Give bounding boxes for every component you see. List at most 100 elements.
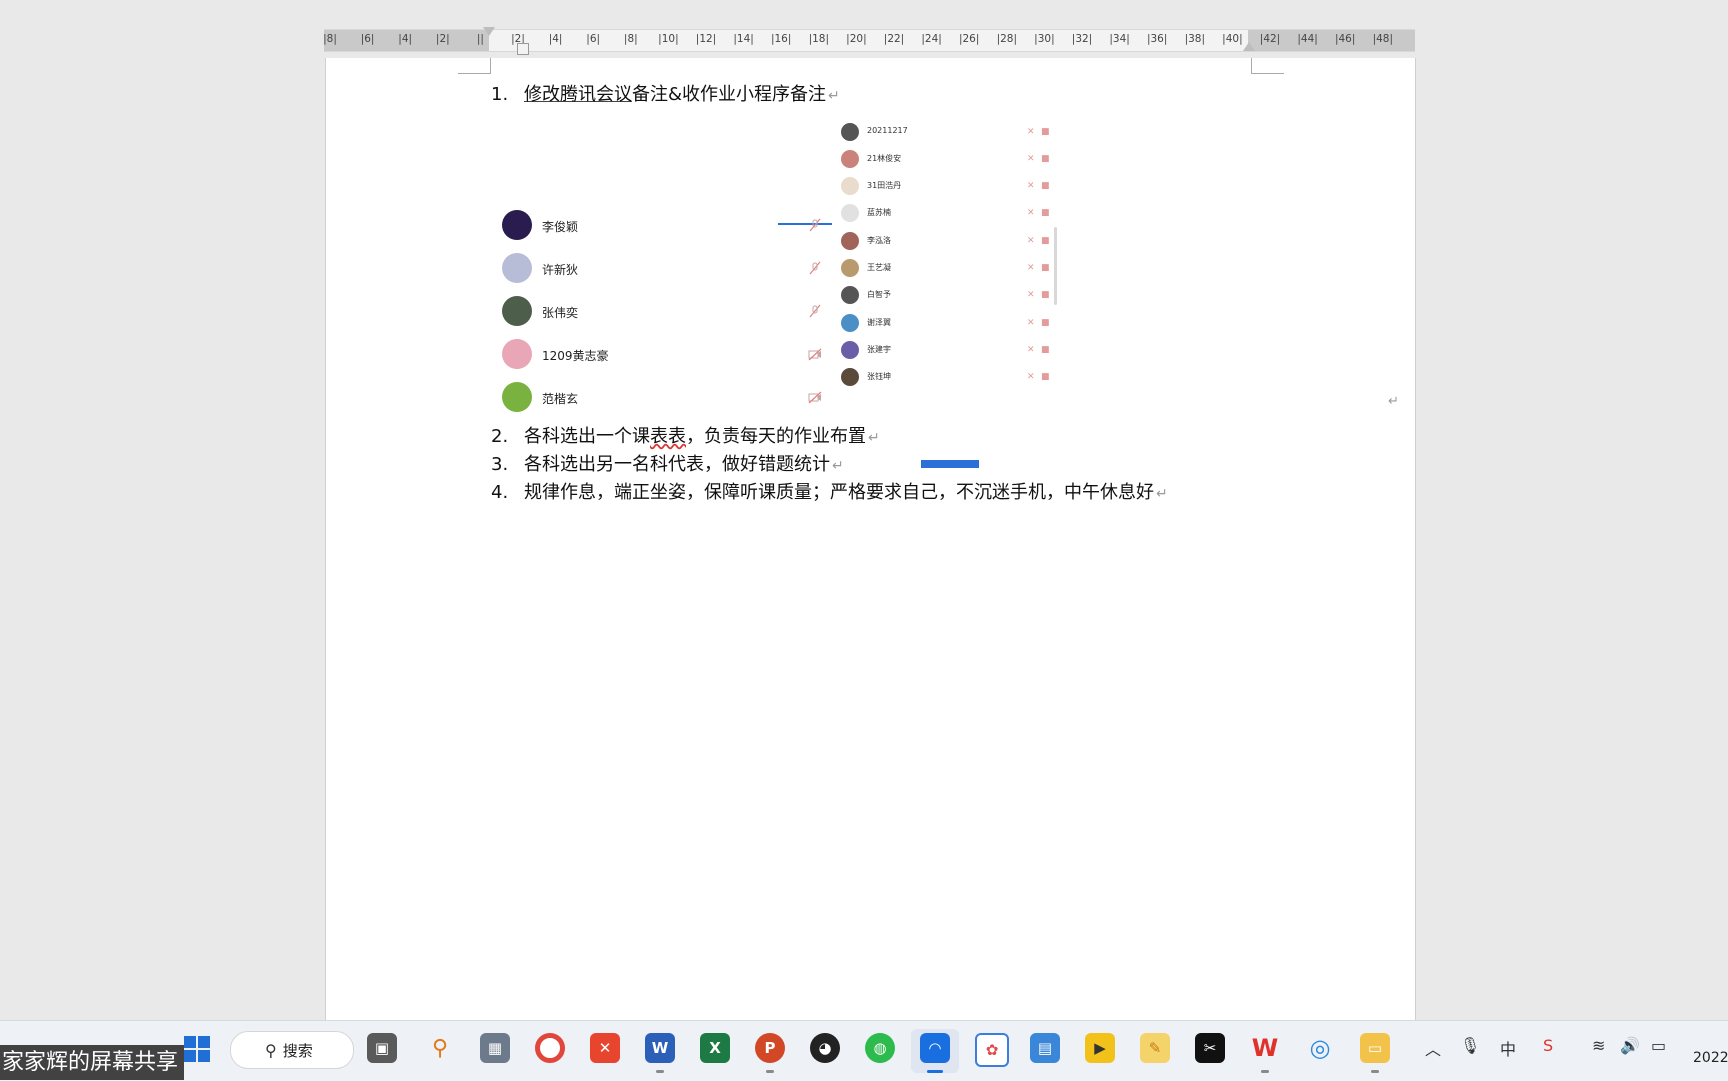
chevron-up-icon[interactable]: ︿ (1425, 1036, 1441, 1060)
camera-off-icon: ■ (1041, 236, 1050, 246)
taskbar-search-box[interactable]: ⚲ 搜索 (230, 1031, 354, 1069)
ruler-tick-label: |26| (958, 33, 980, 45)
participant-row: 张建宇 ✕ ■ (841, 339, 1056, 361)
ruler-tick-label: |38| (1184, 33, 1206, 45)
avatar (841, 123, 859, 141)
camera-off-icon: ■ (1041, 290, 1050, 300)
paragraph-mark: ↵ (1156, 486, 1168, 502)
avatar (502, 382, 532, 412)
wps-icon[interactable]: W (1250, 1033, 1280, 1063)
participant-name: 李俊颖 (542, 220, 579, 234)
list-item-3[interactable]: 3. 各科选出另一名科代表，做好错题统计 ↵ (491, 450, 844, 476)
list-item-text: 各科选出另一名科代表，做好错题统计 (524, 454, 830, 475)
windows-start-icon[interactable] (183, 1035, 211, 1063)
participant-row: 蓝苏楠 ✕ ■ (841, 202, 1056, 224)
avatar (841, 150, 859, 168)
participant-row: 谢泽翼 ✕ ■ (841, 312, 1056, 334)
screen-recorder-icon[interactable]: ▤ (1030, 1033, 1060, 1063)
clock[interactable]: 2022 (1693, 1050, 1728, 1066)
participant-row: 21林俊安 ✕ ■ (841, 148, 1056, 170)
camera-off-icon: ■ (1041, 127, 1050, 137)
participants-panel-right: 20211217 ✕ ■ 21林俊安 ✕ ■ 31田浩丹 ✕ ■ 蓝苏楠 ✕ ■ 李泓洛 ✕ ■ 王… (841, 112, 1076, 468)
chat-bubble-app-icon[interactable]: ◎ (1305, 1033, 1335, 1063)
mic-muted-icon: ✕ (1027, 236, 1035, 246)
paragraph-mark: ↵ (868, 430, 880, 446)
tencent-meeting-link-text[interactable]: 修改腾讯会议 (524, 84, 632, 105)
calculator-icon[interactable]: ▦ (480, 1033, 510, 1063)
participant-name: 1209黄志豪 (542, 349, 609, 363)
file-explorer-icon[interactable]: ▭ (1360, 1033, 1390, 1063)
chrome-icon[interactable] (535, 1033, 565, 1063)
document-page[interactable]: 1. 修改腾讯会议备注&收作业小程序备注 ↵ 李俊颖 许新狄 张伟奕 1209黄… (325, 58, 1416, 1020)
list-item-1[interactable]: 1. 修改腾讯会议备注&收作业小程序备注 ↵ (491, 80, 840, 106)
paragraph-mark: ↵ (1388, 394, 1399, 409)
list-number: 2. (491, 426, 509, 447)
ruler-tick-label: |28| (996, 33, 1018, 45)
avatar (502, 253, 532, 283)
camera-off-icon: ■ (1041, 263, 1050, 273)
search-icon: ⚲ (265, 1040, 277, 1060)
embedded-participants-image[interactable]: 李俊颖 许新狄 张伟奕 1209黄志豪 范楷玄 20211217 ✕ ■ 21林… (496, 112, 1076, 468)
mic-muted-icon: ✕ (1027, 290, 1035, 300)
active-indicator (927, 1070, 943, 1073)
margin-corner-top-left (458, 58, 491, 74)
list-number: 4. (491, 482, 509, 503)
magnifier-app-icon[interactable]: ⚲ (425, 1033, 455, 1063)
task-view-icon[interactable]: ▣ (367, 1033, 397, 1063)
capcut-icon[interactable]: ✂ (1195, 1033, 1225, 1063)
ruler-tick-label: |10| (658, 33, 679, 45)
participant-row: 李俊颖 (502, 210, 832, 242)
participant-row: 31田浩丹 ✕ ■ (841, 175, 1056, 197)
input-method-icon[interactable]: 中 (1500, 1036, 1516, 1060)
microphone-icon[interactable]: 🎙 (1460, 1036, 1480, 1055)
battery-icon[interactable]: ▭ (1651, 1036, 1666, 1055)
left-indent-marker[interactable] (517, 43, 529, 55)
first-line-indent-marker[interactable] (483, 27, 495, 36)
powerpoint-icon[interactable]: P (755, 1033, 785, 1063)
word-icon[interactable]: W (645, 1033, 675, 1063)
paragraph-mark: ↵ (828, 88, 840, 104)
list-item-text: 备注&收作业小程序备注 (632, 84, 827, 105)
camera-off-icon: ■ (1041, 154, 1050, 164)
ruler-tick-label: |4| (398, 33, 413, 45)
wifi-icon[interactable]: ≋ (1592, 1036, 1605, 1055)
qq-icon[interactable]: ◕ (810, 1033, 840, 1063)
camera-off-icon: ■ (1041, 345, 1050, 355)
sogou-input-icon[interactable]: S (1543, 1036, 1553, 1055)
avatar (841, 177, 859, 195)
player-icon[interactable]: ▶ (1085, 1033, 1115, 1063)
list-item-2[interactable]: 2. 各科选出一个课表表，负责每天的作业布置 ↵ (491, 422, 880, 448)
right-indent-marker[interactable] (1243, 42, 1255, 51)
camera-off-icon: ■ (1041, 208, 1050, 218)
mic-muted-icon: ✕ (1027, 372, 1035, 382)
tencent-meeting-icon[interactable]: ◠ (920, 1033, 950, 1063)
running-indicator (656, 1070, 664, 1073)
xmind-icon[interactable]: ✕ (590, 1033, 620, 1063)
participant-name: 许新狄 (542, 263, 579, 277)
wechat-icon[interactable]: ◍ (865, 1033, 895, 1063)
horizontal-ruler[interactable]: |8| |6| |4| |2| || |2| |4| |6| |8| |10| |12| |14| |1… (323, 27, 1415, 55)
list-number: 1. (491, 84, 509, 105)
volume-icon[interactable]: 🔊 (1620, 1036, 1640, 1055)
participant-row: 张伟奕 (502, 296, 832, 328)
list-number: 3. (491, 454, 509, 475)
scrollbar (1054, 227, 1057, 305)
participant-row: 李泓洛 ✕ ■ (841, 230, 1056, 252)
mic-muted-icon: ✕ (1027, 345, 1035, 355)
participant-row: 1209黄志豪 (502, 339, 832, 371)
ruler-tick-label: |42| (1259, 33, 1281, 45)
multi-circle-app-icon[interactable]: ✿ (975, 1033, 1009, 1067)
spellcheck-flagged-text[interactable]: 表表 (650, 426, 686, 447)
mic-muted-icon: ✕ (1027, 127, 1035, 137)
running-indicator (1371, 1070, 1379, 1073)
participant-name: 张钰坤 (867, 372, 891, 381)
mic-muted-icon: ✕ (1027, 263, 1035, 273)
avatar (502, 210, 532, 240)
mic-muted-icon: ✕ (1027, 318, 1035, 328)
ruler-tick-label: |12| (695, 33, 717, 45)
paint-app-icon[interactable]: ✎ (1140, 1033, 1170, 1063)
excel-icon[interactable]: X (700, 1033, 730, 1063)
mic-muted-icon: ✕ (1027, 181, 1035, 191)
list-item-4[interactable]: 4. 规律作息，端正坐姿，保障听课质量；严格要求自己，不沉迷手机，中午休息好 ↵ (491, 478, 1168, 504)
ruler-tick-label: |18| (808, 33, 830, 45)
